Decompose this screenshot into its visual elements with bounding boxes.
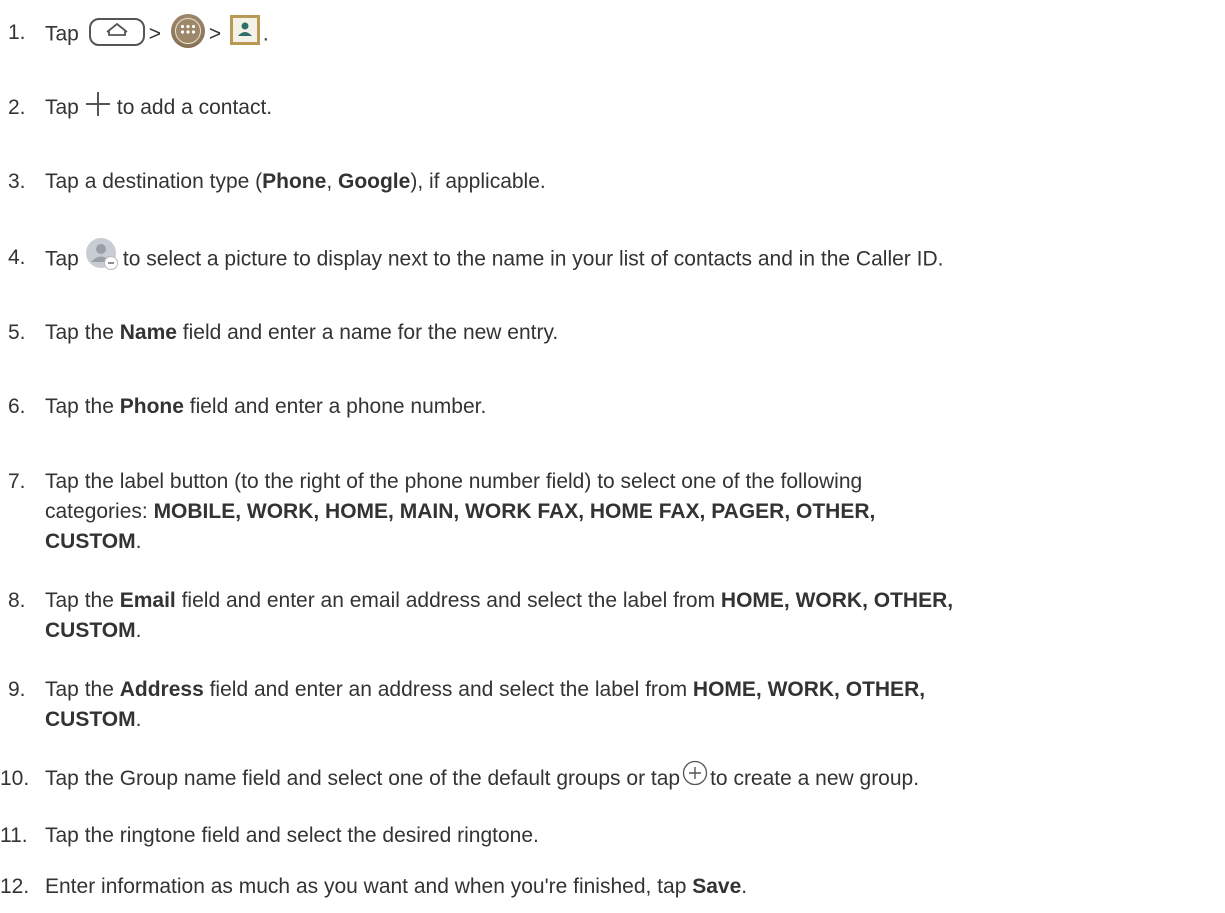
step-bold: Phone [119, 395, 184, 418]
step-text: , [326, 170, 338, 193]
step-number: 5. [8, 321, 26, 344]
step-number: 9. [8, 678, 26, 701]
step-text: to create a new group. [710, 767, 920, 790]
step-number: 4. [8, 246, 26, 269]
circle-plus-icon [682, 760, 708, 786]
step-number: 10. [0, 767, 30, 790]
apps-icon [170, 14, 205, 48]
step-text: Tap the [45, 678, 120, 701]
contacts-app-icon [229, 15, 260, 45]
step-bold: Email [119, 589, 176, 612]
step-bold: HOME, WORK, OTHER, [720, 589, 954, 612]
step-text: . [135, 619, 142, 642]
step-bold: Name [119, 321, 177, 344]
step-3: 3. Tap a destination type (Phone, Google… [8, 167, 1220, 197]
step-text: Tap the [45, 395, 120, 418]
step-text: field and enter an email address and sel… [175, 589, 721, 612]
step-2: 2. Tap to add a contact. [8, 91, 1220, 123]
step-number: 7. [8, 470, 26, 493]
step-bold: Google [337, 170, 411, 193]
step-7: 7. Tap the label button (to the right of… [8, 467, 1220, 557]
step-text: Tap a destination type ( [45, 170, 263, 193]
step-text: Tap [45, 247, 79, 271]
step-1: 1. Tap > > . [8, 14, 1220, 52]
step-bold: CUSTOM [45, 708, 136, 731]
step-text: Tap the ringtone field and select the de… [45, 824, 539, 847]
step-number: 11. [0, 824, 28, 847]
step-bold: CUSTOM [45, 619, 136, 642]
step-10: 10. Tap the Group name field and select … [0, 761, 1212, 794]
step-text: Tap the label button (to the right of th… [45, 470, 863, 493]
step-text: Tap the [45, 321, 120, 344]
step-bold: Phone [262, 170, 327, 193]
step-4: 4. Tap to select a picture to display ne… [8, 238, 1220, 277]
step-number: 6. [8, 395, 26, 418]
step-text: Enter information as much as you want an… [45, 875, 693, 898]
step-text: categories: [45, 500, 154, 523]
step-text: field and enter an address and select th… [203, 678, 693, 701]
step-bold: CUSTOM [45, 530, 136, 553]
step-text: ), if applicable. [410, 170, 546, 193]
step-text: Tap [45, 96, 79, 119]
step-number: 1. [8, 21, 26, 44]
plus-icon [85, 91, 111, 117]
step-bold: Save [692, 875, 742, 898]
step-text: . [262, 22, 269, 46]
step-number: 3. [8, 170, 26, 193]
step-text: Tap the [45, 589, 120, 612]
step-number: 2. [8, 96, 26, 119]
step-text: field and enter a phone number. [183, 395, 487, 418]
home-key-icon [88, 18, 145, 46]
step-text: . [135, 530, 142, 553]
step-text: to select a picture to display next to t… [122, 247, 944, 271]
step-11: 11. Tap the ringtone field and select th… [0, 821, 1212, 851]
step-text: Tap [45, 22, 79, 46]
contact-photo-icon [85, 237, 119, 271]
step-9: 9. Tap the Address field and enter an ad… [8, 675, 1220, 735]
step-text: . [135, 708, 142, 731]
step-number: 12. [0, 875, 30, 898]
step-bold: MOBILE, WORK, HOME, MAIN, WORK FAX, HOME… [153, 500, 876, 523]
separator: > [208, 22, 222, 46]
separator: > [148, 22, 161, 46]
step-bold: HOME, WORK, OTHER, [692, 678, 926, 701]
step-text: . [741, 875, 748, 898]
step-12: 12. Enter information as much as you wan… [0, 872, 1212, 902]
step-bold: Address [119, 678, 204, 701]
step-number: 8. [8, 589, 26, 612]
step-text: to add a contact. [116, 96, 273, 119]
step-text: Tap the Group name field and select one … [45, 767, 681, 790]
step-5: 5. Tap the Name field and enter a name f… [8, 318, 1220, 348]
step-text: field and enter a name for the new entry… [176, 321, 559, 344]
step-6: 6. Tap the Phone field and enter a phone… [8, 392, 1220, 422]
step-8: 8. Tap the Email field and enter an emai… [8, 586, 1220, 646]
